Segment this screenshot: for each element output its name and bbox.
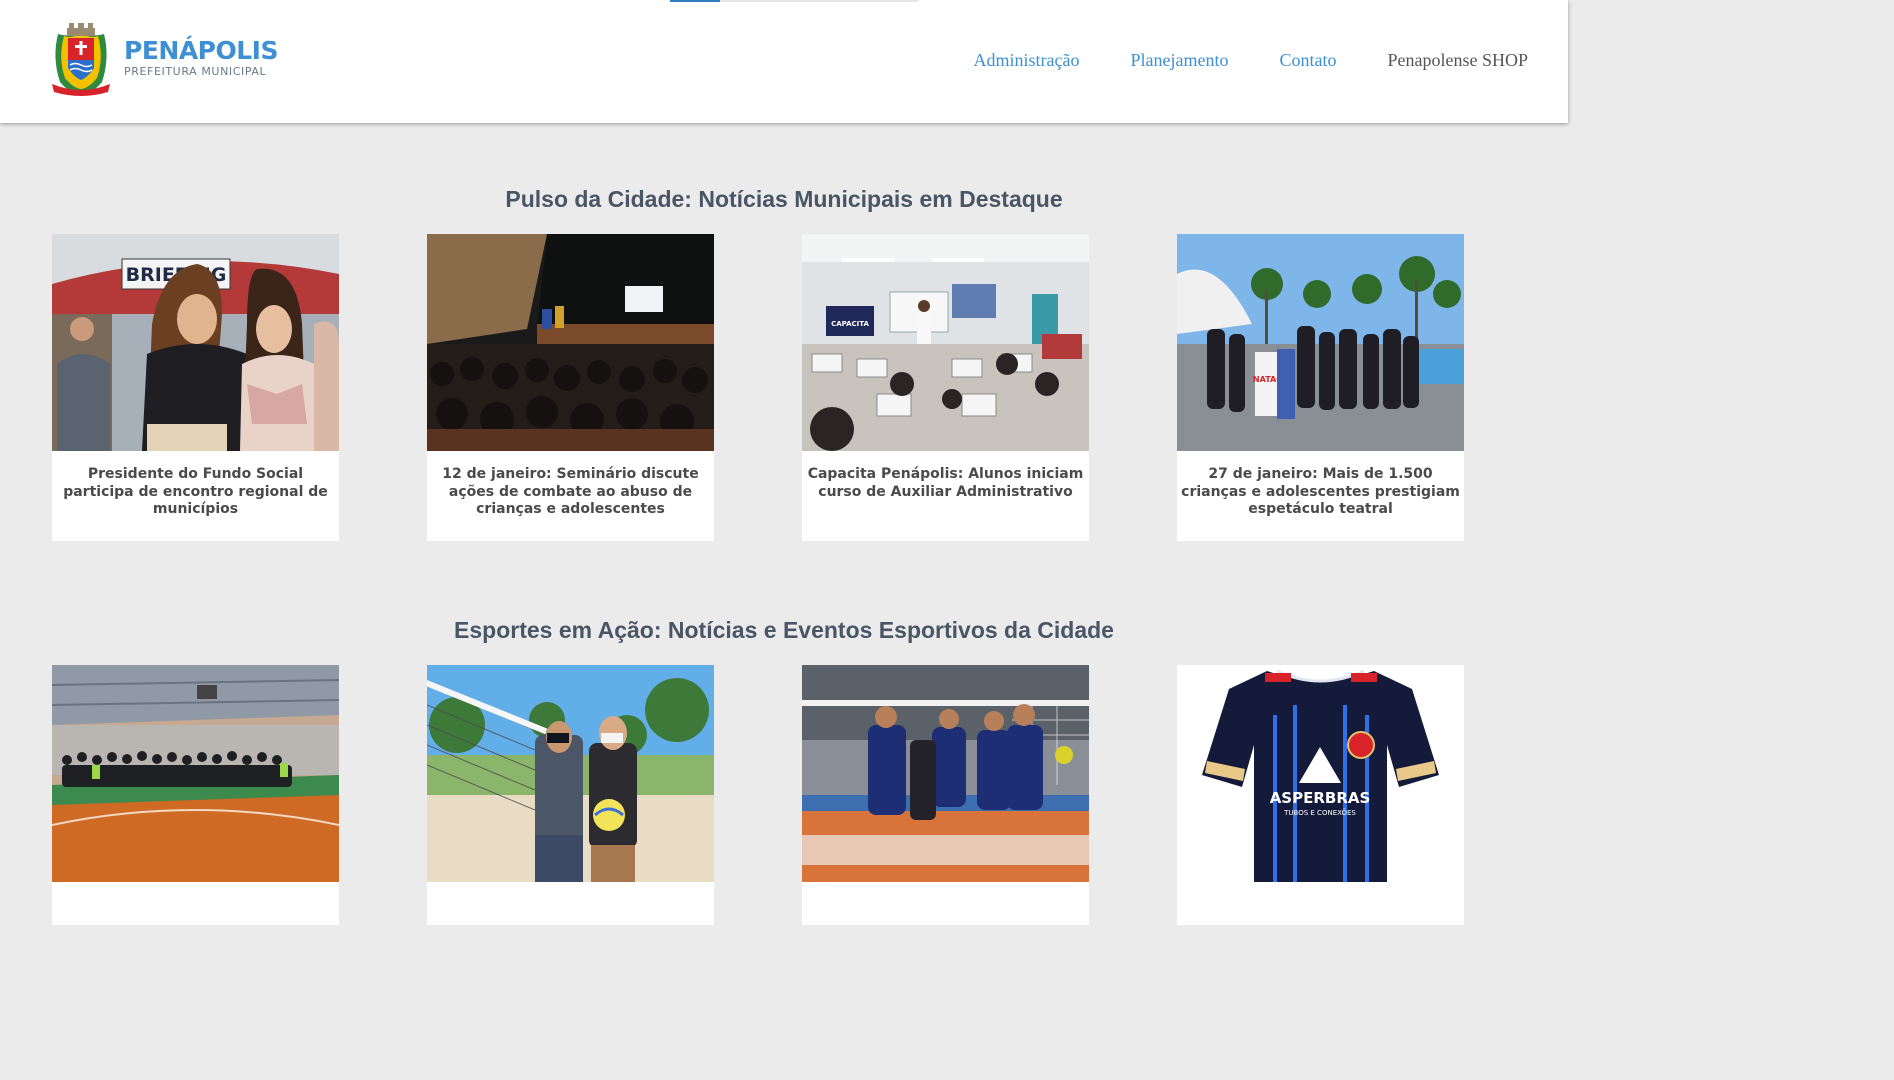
capacita-banner: CAPACITA	[831, 320, 869, 328]
nav-penapolense-shop[interactable]: Penapolense SHOP	[1388, 50, 1529, 71]
sports-card[interactable]	[427, 665, 714, 925]
logo-subtitle: PREFEITURA MUNICIPAL	[124, 65, 267, 78]
sports-section-title: Esportes em Ação: Notícias e Eventos Esp…	[454, 617, 1114, 643]
jersey-sponsor-sub: TUBOS E CONEXÕES	[1283, 808, 1356, 817]
news-photo-capacita: CAPACITA	[802, 234, 1089, 451]
nav-administracao[interactable]: Administração	[974, 50, 1080, 71]
news-card[interactable]: CAPACITA Capacita Penápolis: Alunos inic…	[802, 234, 1089, 541]
nav-contato[interactable]: Contato	[1280, 50, 1337, 71]
site-logo[interactable]: PENÁPOLIS PREFEITURA MUNICIPAL	[48, 20, 278, 96]
sports-card[interactable]	[802, 665, 1089, 925]
news-card[interactable]: BRIEFING Presidente do Fundo Social part…	[52, 234, 339, 541]
news-photo-natacao: NATAÇÃO	[1177, 234, 1464, 451]
news-card-title: Presidente do Fundo Social participa de …	[63, 466, 328, 517]
main-nav: Administração Planejamento Contato Penap…	[974, 50, 1528, 71]
news-card[interactable]: 12 de janeiro: Seminário discute ações d…	[427, 234, 714, 541]
news-card-list: BRIEFING Presidente do Fundo Social part…	[52, 234, 1464, 541]
sports-card-list: ASPERBRAS TUBOS E CONEXÕES	[52, 665, 1464, 925]
sports-photo-volleyball-court	[427, 665, 714, 882]
jersey-sponsor: ASPERBRAS	[1270, 789, 1371, 807]
sports-photo-team	[52, 665, 339, 882]
news-card-title: Capacita Penápolis: Alunos iniciam curso…	[807, 466, 1084, 500]
city-crest-icon	[52, 23, 110, 96]
news-card-title: 12 de janeiro: Seminário discute ações d…	[442, 466, 699, 517]
top-progress-bar	[670, 0, 918, 2]
news-card[interactable]: NATAÇÃO 27 de janeiro: Mais de 1.500 cri…	[1177, 234, 1464, 541]
news-photo-briefing: BRIEFING	[52, 234, 339, 451]
sports-card[interactable]	[52, 665, 339, 925]
news-section-title: Pulso da Cidade: Notícias Municipais em …	[505, 186, 1063, 212]
news-photo-seminario	[427, 234, 714, 451]
logo-name: PENÁPOLIS	[124, 36, 278, 65]
sports-photo-jersey: ASPERBRAS TUBOS E CONEXÕES	[1177, 665, 1464, 882]
site-header: PENÁPOLIS PREFEITURA MUNICIPAL Administr…	[0, 0, 1568, 123]
nav-planejamento[interactable]: Planejamento	[1131, 50, 1229, 71]
sports-card[interactable]: ASPERBRAS TUBOS E CONEXÕES	[1177, 665, 1464, 925]
sports-photo-volleyball-match	[802, 665, 1089, 882]
news-card-title: 27 de janeiro: Mais de 1.500 crianças e …	[1181, 466, 1460, 517]
top-progress-active	[670, 0, 720, 2]
